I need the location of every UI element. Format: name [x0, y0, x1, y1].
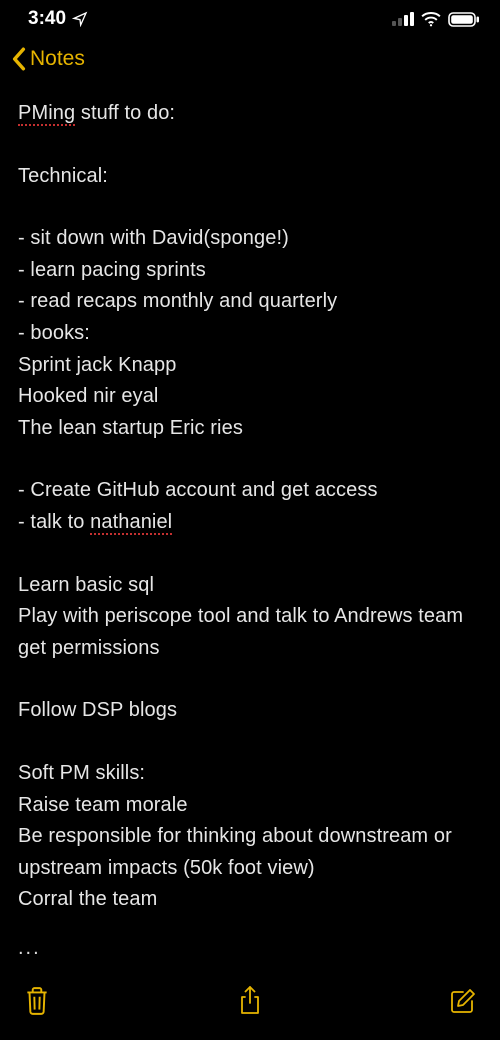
chevron-left-icon	[10, 46, 28, 72]
nav-bar: Notes	[0, 36, 500, 80]
note-line: Follow DSP blogs	[18, 695, 482, 727]
note-line: Be responsible for thinking about downst…	[18, 821, 482, 884]
note-line: Hooked nir eyal	[18, 381, 482, 413]
note-title: PMing stuff to do:	[18, 98, 482, 130]
status-right	[392, 11, 480, 27]
trash-button[interactable]	[22, 986, 52, 1016]
share-button[interactable]	[235, 986, 265, 1016]
note-line: Play with periscope tool and talk to And…	[18, 601, 482, 664]
compose-button[interactable]	[448, 986, 478, 1016]
note-line: - books:	[18, 318, 482, 350]
note-line: - learn pacing sprints	[18, 255, 482, 287]
section-header: Technical:	[18, 161, 482, 193]
status-bar: 3:40	[0, 0, 500, 36]
section-header: Soft PM skills:	[18, 758, 482, 790]
location-icon	[72, 11, 88, 27]
cutoff-text: ...	[18, 933, 482, 965]
cellular-icon	[392, 12, 414, 26]
battery-icon	[448, 12, 480, 27]
note-line: Learn basic sql	[18, 570, 482, 602]
note-line: - read recaps monthly and quarterly	[18, 286, 482, 318]
back-label: Notes	[30, 47, 85, 71]
back-button[interactable]: Notes	[10, 46, 85, 72]
spell-word: nathaniel	[90, 511, 172, 535]
note-line: - Create GitHub account and get access	[18, 475, 482, 507]
status-time-group: 3:40	[28, 8, 88, 30]
note-body[interactable]: PMing stuff to do: Technical: - sit down…	[0, 80, 500, 964]
note-line: Sprint jack Knapp	[18, 350, 482, 382]
status-time: 3:40	[28, 8, 66, 30]
spell-word: PMing	[18, 102, 75, 126]
note-line: - sit down with David(sponge!)	[18, 223, 482, 255]
bottom-toolbar	[0, 972, 500, 1040]
note-line: The lean startup Eric ries	[18, 413, 482, 445]
note-line: - talk to nathaniel	[18, 507, 482, 539]
wifi-icon	[420, 11, 442, 27]
note-line: Raise team morale	[18, 790, 482, 822]
note-line: Corral the team	[18, 884, 482, 916]
